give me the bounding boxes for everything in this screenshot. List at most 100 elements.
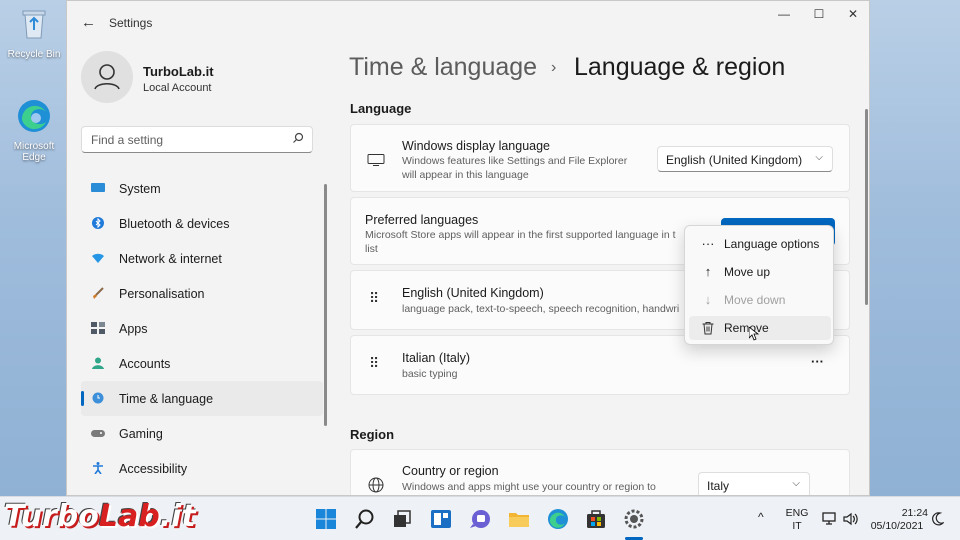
mouse-cursor-icon bbox=[749, 327, 759, 341]
sidebar-item-accounts[interactable]: Accounts bbox=[81, 346, 323, 381]
accessibility-icon bbox=[93, 462, 103, 474]
clock-date: 05/10/2021 bbox=[870, 520, 924, 532]
brush-icon bbox=[93, 287, 104, 299]
more-icon: ··· bbox=[701, 236, 715, 251]
search-icon[interactable] bbox=[354, 508, 376, 530]
turbolab-watermark-logo: TurboLab.it bbox=[4, 499, 196, 534]
sidebar-item-system[interactable]: System bbox=[81, 171, 323, 206]
tray-chevron-icon[interactable]: ^ bbox=[758, 511, 764, 524]
sidebar-item-label: Personalisation bbox=[119, 286, 205, 301]
breadcrumb-parent[interactable]: Time & language bbox=[349, 53, 537, 82]
menu-item-label: Move up bbox=[724, 265, 771, 279]
chevron-down-icon: ⌵ bbox=[815, 152, 823, 163]
main-scrollbar[interactable] bbox=[865, 109, 868, 305]
sidebar-item-personalisation[interactable]: Personalisation bbox=[81, 276, 323, 311]
country-region-subtitle: Windows and apps might use your country … bbox=[402, 481, 656, 493]
sidebar-item-label: Accounts bbox=[119, 356, 171, 371]
title-bar: ← Settings — ☐ ✕ bbox=[67, 1, 869, 43]
sidebar-item-label: Gaming bbox=[119, 426, 163, 441]
input-language-indicator[interactable]: ENG IT bbox=[784, 507, 810, 533]
language-context-menu: ··· Language options ↑ Move up ↓ Move do… bbox=[684, 225, 834, 345]
menu-item-move-down: ↓ Move down bbox=[689, 288, 831, 312]
sidebar-item-network[interactable]: Network & internet bbox=[81, 241, 323, 276]
country-region-dropdown[interactable]: Italy ⌵ bbox=[698, 472, 810, 495]
bluetooth-icon bbox=[92, 217, 104, 229]
menu-item-move-up[interactable]: ↑ Move up bbox=[689, 260, 831, 284]
display-language-card: Windows display language Windows feature… bbox=[350, 124, 850, 192]
file-explorer-icon[interactable] bbox=[508, 508, 530, 530]
sidebar-item-apps[interactable]: Apps bbox=[81, 311, 323, 346]
search-icon bbox=[293, 132, 304, 143]
drag-handle-icon[interactable]: ⠿ bbox=[369, 291, 379, 305]
sidebar-item-bluetooth[interactable]: Bluetooth & devices bbox=[81, 206, 323, 241]
store-icon[interactable] bbox=[585, 508, 607, 530]
task-view-icon[interactable] bbox=[391, 508, 413, 530]
desktop-icon-label: Microsoft Edge bbox=[13, 141, 55, 163]
sidebar-item-label: Apps bbox=[119, 321, 148, 336]
edge-icon[interactable] bbox=[547, 508, 569, 530]
sidebar-item-time-language[interactable]: Time & language bbox=[81, 381, 323, 416]
country-region-title: Country or region bbox=[402, 464, 499, 478]
edge-icon bbox=[18, 100, 50, 132]
more-options-button[interactable]: ··· bbox=[811, 354, 824, 369]
watermark-part-1: Turbo bbox=[4, 499, 99, 534]
recycle-bin-icon bbox=[22, 10, 46, 39]
display-language-subtitle-1: Windows features like Settings and File … bbox=[402, 155, 628, 167]
settings-icon[interactable] bbox=[623, 508, 645, 530]
preferred-languages-title: Preferred languages bbox=[365, 213, 479, 227]
gamepad-icon bbox=[91, 430, 105, 437]
globe-icon bbox=[368, 477, 384, 493]
chevron-down-icon: ⌵ bbox=[792, 478, 800, 489]
drag-handle-icon[interactable]: ⠿ bbox=[369, 356, 379, 370]
network-icon[interactable] bbox=[822, 512, 838, 526]
desktop-icon-edge[interactable]: Microsoft Edge bbox=[2, 98, 66, 163]
sidebar-item-label: Time & language bbox=[119, 391, 214, 406]
start-icon[interactable] bbox=[315, 508, 337, 530]
arrow-down-icon: ↓ bbox=[704, 292, 712, 307]
menu-item-remove[interactable]: Remove bbox=[689, 316, 831, 340]
menu-item-language-options[interactable]: ··· Language options bbox=[689, 232, 831, 256]
clock-time: 21:24 bbox=[901, 507, 928, 519]
apps-icon bbox=[91, 322, 105, 334]
sidebar-nav: System Bluetooth & devices Network & int… bbox=[81, 171, 323, 486]
watermark-part-2: Lab bbox=[98, 499, 160, 534]
clock[interactable]: 21:24 05/10/2021 bbox=[866, 507, 928, 533]
watermark-part-3: .it bbox=[159, 499, 196, 534]
close-button[interactable]: ✕ bbox=[843, 7, 863, 21]
person-icon bbox=[94, 64, 120, 90]
menu-item-label: Move down bbox=[724, 293, 786, 307]
monitor-icon bbox=[91, 183, 105, 192]
language-name: English (United Kingdom) bbox=[402, 286, 544, 300]
menu-item-label: Remove bbox=[724, 321, 769, 335]
window-title: Settings bbox=[109, 16, 153, 30]
sidebar-item-label: Network & internet bbox=[119, 251, 222, 266]
sidebar-item-label: Accessibility bbox=[119, 461, 188, 476]
sidebar-item-accessibility[interactable]: Accessibility bbox=[81, 451, 323, 486]
language-name: Italian (Italy) bbox=[402, 351, 471, 365]
region-section-heading: Region bbox=[350, 427, 395, 442]
sidebar-item-label: Bluetooth & devices bbox=[119, 216, 230, 231]
volume-icon[interactable] bbox=[843, 512, 859, 526]
sidebar-item-gaming[interactable]: Gaming bbox=[81, 416, 323, 451]
person-icon bbox=[92, 357, 104, 369]
maximize-button[interactable]: ☐ bbox=[809, 7, 829, 21]
breadcrumb-separator: › bbox=[551, 59, 557, 76]
profile-account-type: Local Account bbox=[143, 82, 212, 94]
chat-icon[interactable] bbox=[469, 508, 491, 530]
sidebar-scrollbar[interactable] bbox=[324, 184, 327, 426]
search-input[interactable]: Find a setting bbox=[81, 126, 313, 153]
widgets-icon[interactable] bbox=[430, 508, 452, 530]
display-language-dropdown[interactable]: English (United Kingdom) ⌵ bbox=[657, 146, 833, 172]
trash-icon bbox=[702, 322, 714, 335]
country-region-card: Country or region Windows and apps might… bbox=[350, 449, 850, 495]
preferred-languages-subtitle-1: Microsoft Store apps will appear in the … bbox=[365, 229, 676, 241]
sidebar-item-label: System bbox=[119, 181, 161, 196]
desktop-icon-recycle-bin[interactable]: Recycle Bin bbox=[2, 6, 66, 60]
profile-name: TurboLab.it bbox=[143, 64, 214, 79]
globe-clock-icon bbox=[92, 392, 104, 404]
display-language-subtitle-2: will appear in this language bbox=[402, 169, 529, 181]
back-arrow-icon[interactable]: ← bbox=[81, 14, 96, 31]
input-language-top: ENG bbox=[785, 507, 809, 519]
focus-assist-icon[interactable] bbox=[932, 512, 944, 526]
minimize-button[interactable]: — bbox=[774, 7, 794, 21]
